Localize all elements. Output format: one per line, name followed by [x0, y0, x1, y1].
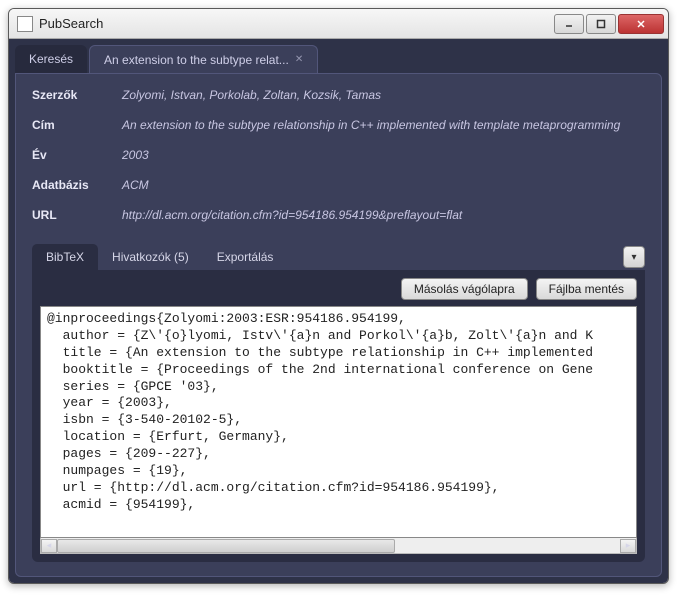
value-url[interactable]: http://dl.acm.org/citation.cfm?id=954186…	[122, 208, 645, 222]
row-url: URL http://dl.acm.org/citation.cfm?id=95…	[32, 208, 645, 222]
close-icon[interactable]: ✕	[295, 54, 303, 65]
label-authors: Szerzők	[32, 88, 122, 102]
close-button[interactable]	[618, 14, 664, 34]
row-title: Cím An extension to the subtype relation…	[32, 118, 645, 132]
tab-bibtex-label: BibTeX	[46, 250, 84, 264]
label-url: URL	[32, 208, 122, 222]
value-title: An extension to the subtype relationship…	[122, 118, 645, 132]
row-year: Év 2003	[32, 148, 645, 162]
row-database: Adatbázis ACM	[32, 178, 645, 192]
detail-panel: Szerzők Zolyomi, Istvan, Porkolab, Zolta…	[15, 73, 662, 577]
tab-export[interactable]: Exportálás	[203, 244, 288, 270]
tab-refs[interactable]: Hivatkozók (5)	[98, 244, 203, 270]
sub-body: Másolás vágólapra Fájlba mentés @inproce…	[32, 270, 645, 562]
app-body: Keresés An extension to the subtype rela…	[9, 39, 668, 583]
save-button[interactable]: Fájlba mentés	[536, 278, 637, 300]
chevron-down-icon: ▾	[631, 252, 636, 263]
bibtex-textarea[interactable]: @inproceedings{Zolyomi:2003:ESR:954186.9…	[40, 306, 637, 538]
tab-detail[interactable]: An extension to the subtype relat... ✕	[89, 45, 318, 73]
app-window: PubSearch Keresés An extension to the su…	[8, 8, 669, 584]
value-year: 2003	[122, 148, 645, 162]
tab-bibtex[interactable]: BibTeX	[32, 244, 98, 270]
sub-tabs: BibTeX Hivatkozók (5) Exportálás ▾	[32, 244, 645, 270]
horizontal-scrollbar[interactable]: ◂ ▸	[40, 538, 637, 554]
titlebar[interactable]: PubSearch	[9, 9, 668, 39]
label-title: Cím	[32, 118, 122, 132]
tab-refs-label: Hivatkozók (5)	[112, 250, 189, 264]
tab-detail-label: An extension to the subtype relat...	[104, 53, 289, 67]
maximize-button[interactable]	[586, 14, 616, 34]
tab-search-label: Keresés	[29, 52, 73, 66]
copy-button[interactable]: Másolás vágólapra	[401, 278, 528, 300]
window-title: PubSearch	[39, 16, 554, 31]
overflow-button[interactable]: ▾	[623, 246, 645, 268]
scroll-right-icon[interactable]: ▸	[620, 539, 636, 553]
app-icon	[17, 16, 33, 32]
button-row: Másolás vágólapra Fájlba mentés	[40, 278, 637, 300]
tab-search[interactable]: Keresés	[15, 45, 87, 73]
value-authors: Zolyomi, Istvan, Porkolab, Zoltan, Kozsi…	[122, 88, 645, 102]
sub-area: BibTeX Hivatkozók (5) Exportálás ▾ Másol…	[32, 244, 645, 562]
scroll-thumb[interactable]	[57, 539, 395, 553]
value-database: ACM	[122, 178, 645, 192]
scroll-track[interactable]	[57, 539, 620, 553]
label-database: Adatbázis	[32, 178, 122, 192]
tab-export-label: Exportálás	[217, 250, 274, 264]
window-controls	[554, 14, 664, 34]
label-year: Év	[32, 148, 122, 162]
top-tabs: Keresés An extension to the subtype rela…	[15, 45, 662, 73]
minimize-button[interactable]	[554, 14, 584, 34]
scroll-left-icon[interactable]: ◂	[41, 539, 57, 553]
row-authors: Szerzők Zolyomi, Istvan, Porkolab, Zolta…	[32, 88, 645, 102]
